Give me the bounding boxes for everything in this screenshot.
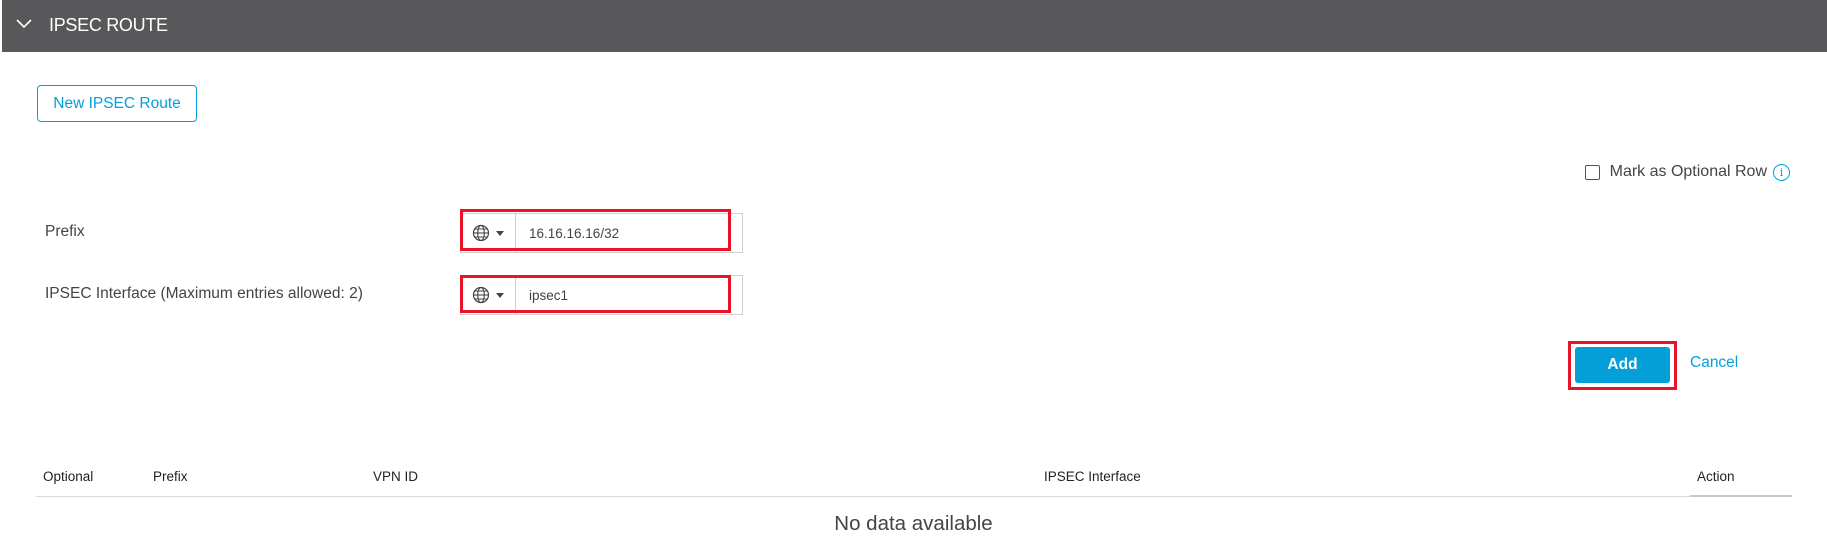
table-empty-message: No data available — [834, 512, 993, 535]
column-header-vpn-id[interactable]: VPN ID — [373, 469, 418, 484]
column-header-prefix[interactable]: Prefix — [153, 469, 188, 484]
column-header-action: Action — [1697, 469, 1735, 484]
section-header[interactable]: IPSEC ROUTE — [2, 0, 1827, 52]
column-header-optional[interactable]: Optional — [43, 469, 93, 484]
prefix-scope-dropdown[interactable] — [461, 214, 516, 252]
new-ipsec-route-button[interactable]: New IPSEC Route — [37, 85, 197, 122]
globe-icon — [472, 224, 490, 242]
prefix-input[interactable]: 16.16.16.16/32 — [529, 214, 619, 252]
action-column-divider — [1690, 495, 1792, 497]
optional-row-checkbox[interactable] — [1584, 164, 1600, 180]
prefix-field: 16.16.16.16/32 — [460, 213, 743, 253]
globe-icon — [472, 286, 490, 304]
add-button[interactable]: Add — [1575, 347, 1670, 383]
chevron-down-icon — [496, 292, 504, 298]
optional-row-label: Mark as Optional Row — [1609, 163, 1767, 180]
column-header-ipsec-interface[interactable]: IPSEC Interface — [1044, 469, 1141, 484]
table-header-divider — [36, 496, 1792, 497]
chevron-down-icon — [496, 230, 504, 236]
chevron-down-icon[interactable] — [14, 14, 34, 34]
cancel-button[interactable]: Cancel — [1690, 354, 1738, 372]
ipsec-interface-scope-dropdown[interactable] — [461, 276, 516, 314]
section-title: IPSEC ROUTE — [49, 15, 168, 35]
ipsec-interface-field: ipsec1 — [460, 275, 743, 315]
ipsec-interface-input[interactable]: ipsec1 — [529, 276, 568, 314]
ipsec-interface-label: IPSEC Interface (Maximum entries allowed… — [45, 285, 363, 302]
prefix-label: Prefix — [45, 223, 85, 240]
info-icon[interactable]: i — [1773, 163, 1790, 181]
mark-optional-row: Mark as Optional Row i — [1584, 163, 1790, 181]
